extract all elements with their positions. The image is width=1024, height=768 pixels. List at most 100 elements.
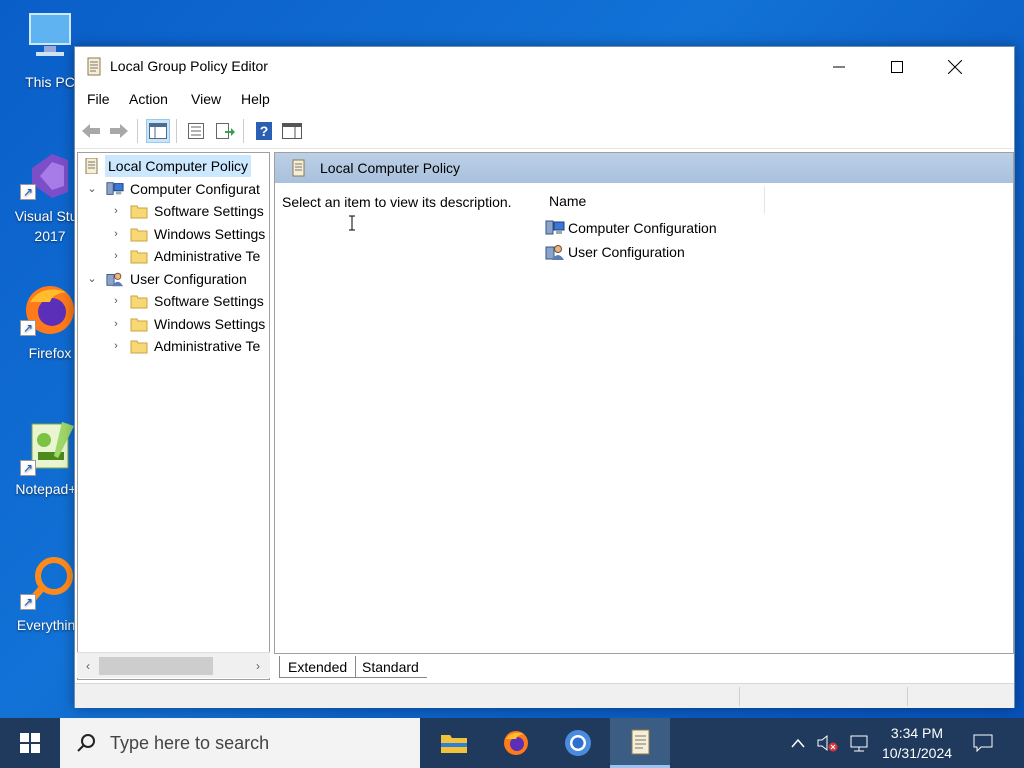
menu-file[interactable]: File: [87, 91, 110, 107]
tree-item-windows-settings[interactable]: › Windows Settings: [110, 223, 269, 245]
folder-icon: [130, 295, 148, 309]
tab-standard[interactable]: Standard: [354, 656, 427, 678]
taskbar-chrome[interactable]: [548, 718, 608, 768]
close-icon: [948, 60, 962, 74]
shortcut-arrow-icon: ↗: [20, 184, 36, 200]
tree-item-label: Windows Settings: [154, 226, 266, 242]
taskbar-clock[interactable]: 3:34 PM 10/31/2024: [872, 723, 962, 763]
tree-item-label: Administrative Te: [154, 338, 261, 354]
folder-icon: [130, 250, 148, 264]
scroll-right-icon[interactable]: ›: [251, 657, 265, 675]
menu-bar: File Action View Help: [75, 87, 1014, 113]
toolbar: ?: [75, 113, 1014, 149]
show-hide-console-tree-button[interactable]: [146, 119, 170, 143]
details-header: Local Computer Policy: [275, 153, 1013, 183]
console-tree[interactable]: Local Computer Policy ⌄ Computer Configu…: [77, 152, 270, 680]
policy-scroll-icon: [631, 729, 650, 754]
tree-item-software-settings[interactable]: › Software Settings: [110, 200, 269, 222]
taskbar: Type here to search 3:34 PM 10/31/2024: [0, 718, 1024, 768]
tree-item-administrative-templates[interactable]: › Administrative Te: [110, 245, 269, 267]
taskbar-firefox[interactable]: [486, 718, 546, 768]
chevron-right-icon[interactable]: ›: [110, 290, 122, 312]
chevron-right-icon[interactable]: ›: [110, 313, 122, 335]
group-policy-editor-window: Local Group Policy Editor File Action Vi…: [74, 46, 1015, 708]
tree-item-user-configuration[interactable]: ⌄ User Configuration: [86, 268, 269, 290]
back-icon: [82, 124, 100, 138]
list-item-computer-configuration[interactable]: Computer Configuration: [545, 217, 745, 239]
tree-item-local-computer-policy[interactable]: Local Computer Policy: [82, 155, 269, 177]
chevron-down-icon[interactable]: ⌄: [86, 268, 98, 290]
tree-item-software-settings[interactable]: › Software Settings: [110, 290, 269, 312]
network-icon: [850, 735, 868, 752]
tree-horizontal-scrollbar[interactable]: ‹ ›: [77, 652, 270, 678]
show-action-pane-button[interactable]: [280, 119, 304, 143]
column-header-name[interactable]: Name: [543, 186, 765, 214]
menu-view[interactable]: View: [191, 91, 221, 107]
status-bar-divider: [907, 687, 908, 706]
user-config-icon: [106, 272, 124, 287]
properties-button[interactable]: [184, 119, 208, 143]
scroll-left-icon[interactable]: ‹: [81, 657, 95, 675]
folder-icon: [130, 228, 148, 242]
forward-icon: [110, 124, 128, 138]
tree-item-administrative-templates[interactable]: › Administrative Te: [110, 335, 269, 357]
clock-time: 3:34 PM: [890, 725, 944, 741]
details-header-title: Local Computer Policy: [320, 160, 461, 176]
scrollbar-thumb[interactable]: [99, 657, 213, 675]
title-bar[interactable]: Local Group Policy Editor: [75, 47, 1014, 87]
file-explorer-icon: [441, 735, 467, 753]
tree-item-label: User Configuration: [130, 271, 247, 287]
notifications-button[interactable]: [968, 718, 998, 768]
menu-action[interactable]: Action: [129, 91, 168, 107]
chevron-right-icon[interactable]: ›: [110, 245, 122, 267]
tree-item-label: Local Computer Policy: [105, 155, 252, 177]
svg-text:?: ?: [260, 123, 269, 139]
list-item-user-configuration[interactable]: User Configuration: [545, 241, 745, 263]
help-icon: ?: [256, 122, 272, 140]
tree-item-computer-configuration[interactable]: ⌄ Computer Configurat: [86, 178, 269, 200]
chevron-right-icon[interactable]: ›: [110, 223, 122, 245]
description-text: Select an item to view its description.: [282, 194, 512, 210]
minimize-button[interactable]: [810, 47, 868, 87]
toolbar-separator: [176, 119, 177, 143]
tree-item-label: Software Settings: [154, 293, 264, 309]
close-button[interactable]: [926, 47, 984, 87]
status-bar: [75, 683, 1014, 708]
tree-item-label: Windows Settings: [154, 316, 266, 332]
menu-help[interactable]: Help: [241, 91, 270, 107]
volume-button[interactable]: [815, 718, 841, 768]
tree-item-label: Computer Configurat: [130, 181, 260, 197]
shortcut-arrow-icon: ↗: [20, 320, 36, 336]
maximize-button[interactable]: [868, 47, 926, 87]
status-bar-divider: [739, 687, 740, 706]
clock-date: 10/31/2024: [881, 745, 953, 761]
show-action-pane-icon: [282, 123, 302, 139]
folder-icon: [130, 205, 148, 219]
export-list-icon: [216, 123, 235, 139]
chevron-up-icon: [791, 738, 805, 748]
chevron-down-icon[interactable]: ⌄: [86, 178, 98, 200]
view-tabs: Extended Standard: [274, 656, 1014, 680]
shortcut-arrow-icon: ↗: [20, 460, 36, 476]
chevron-right-icon[interactable]: ›: [110, 200, 122, 222]
taskbar-search-box[interactable]: Type here to search: [60, 718, 420, 768]
maximize-icon: [891, 61, 903, 73]
this-pc-icon: [29, 13, 71, 56]
notifications-icon: [973, 734, 993, 752]
show-hidden-icons-button[interactable]: [786, 718, 810, 768]
text-cursor-icon: [349, 215, 355, 231]
policy-scroll-icon: [87, 57, 101, 76]
help-button[interactable]: ?: [252, 119, 276, 143]
taskbar-group-policy-editor[interactable]: [610, 718, 670, 768]
tree-item-windows-settings[interactable]: › Windows Settings: [110, 313, 269, 335]
taskbar-file-explorer[interactable]: [424, 718, 484, 768]
chevron-right-icon[interactable]: ›: [110, 335, 122, 357]
computer-config-icon: [545, 220, 565, 235]
toolbar-separator: [243, 119, 244, 143]
start-button[interactable]: [0, 718, 60, 768]
tab-extended[interactable]: Extended: [279, 656, 357, 678]
network-button[interactable]: [846, 718, 872, 768]
export-list-button[interactable]: [213, 119, 237, 143]
forward-button[interactable]: [107, 119, 131, 143]
back-button[interactable]: [79, 119, 103, 143]
